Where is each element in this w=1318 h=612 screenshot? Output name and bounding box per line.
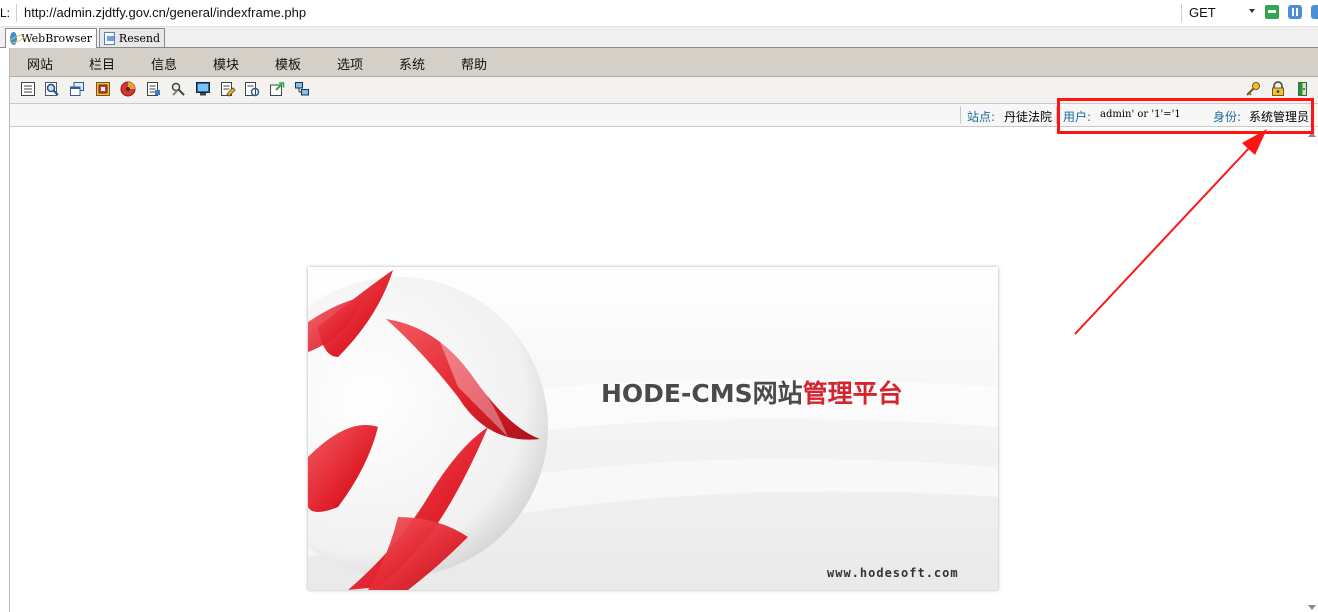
splash-website: www.hodesoft.com (827, 566, 959, 580)
splash-banner: HODE-CMS网站管理平台 www.hodesoft.com (308, 267, 998, 590)
hode-logo (308, 270, 998, 590)
splash-title: HODE-CMS网站管理平台 (601, 374, 903, 410)
splash-title-accent: 管理平台 (802, 379, 903, 408)
splash-title-main: HODE-CMS网站 (601, 379, 803, 408)
